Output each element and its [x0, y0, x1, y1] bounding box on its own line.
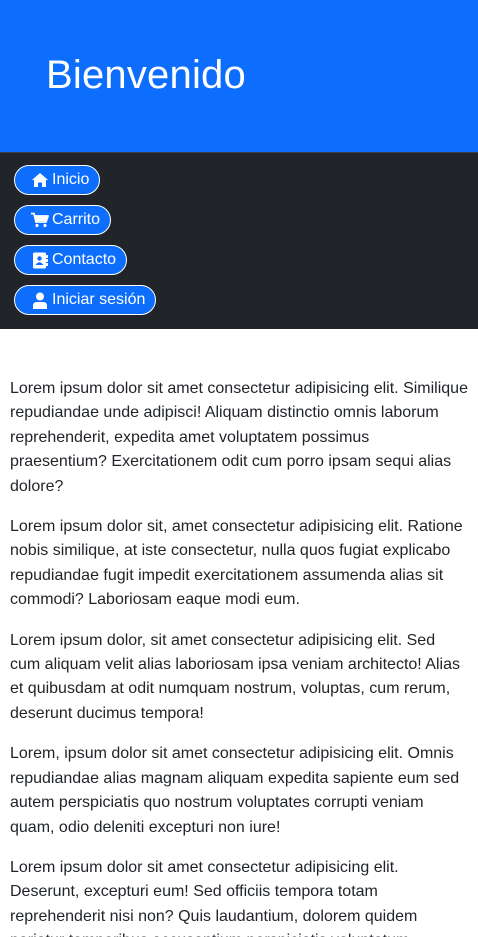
main-content: Lorem ipsum dolor sit amet consectetur a…	[0, 329, 478, 937]
nav-button-label: Carrito	[52, 211, 101, 228]
nav-button-label: Inicio	[52, 171, 90, 188]
content-paragraph: Lorem ipsum dolor sit, amet consectetur …	[10, 518, 463, 609]
cart-icon	[31, 211, 49, 229]
page-title: Bienvenido	[46, 53, 246, 97]
navbar: Inicio Carrito Contacto Iniciar sesión	[0, 152, 478, 329]
home-icon	[31, 171, 49, 189]
address-book-icon	[31, 251, 49, 269]
content-paragraph: Lorem ipsum dolor, sit amet consectetur …	[10, 631, 460, 722]
nav-button-label: Iniciar sesión	[52, 291, 146, 308]
user-icon	[31, 291, 49, 309]
page-header: Bienvenido	[0, 0, 478, 152]
nav-button-inicio[interactable]: Inicio	[14, 165, 101, 195]
content-paragraph: Lorem ipsum dolor sit amet consectetur a…	[10, 380, 468, 495]
nav-button-carrito[interactable]: Carrito	[14, 205, 112, 235]
content-paragraph: Lorem, ipsum dolor sit amet consectetur …	[10, 745, 460, 836]
nav-button-label: Contacto	[52, 251, 117, 268]
nav-button-contacto[interactable]: Contacto	[14, 245, 128, 275]
content-paragraph: Lorem ipsum dolor sit amet consectetur a…	[10, 858, 418, 937]
nav-button-iniciar-sesion[interactable]: Iniciar sesión	[14, 285, 157, 315]
